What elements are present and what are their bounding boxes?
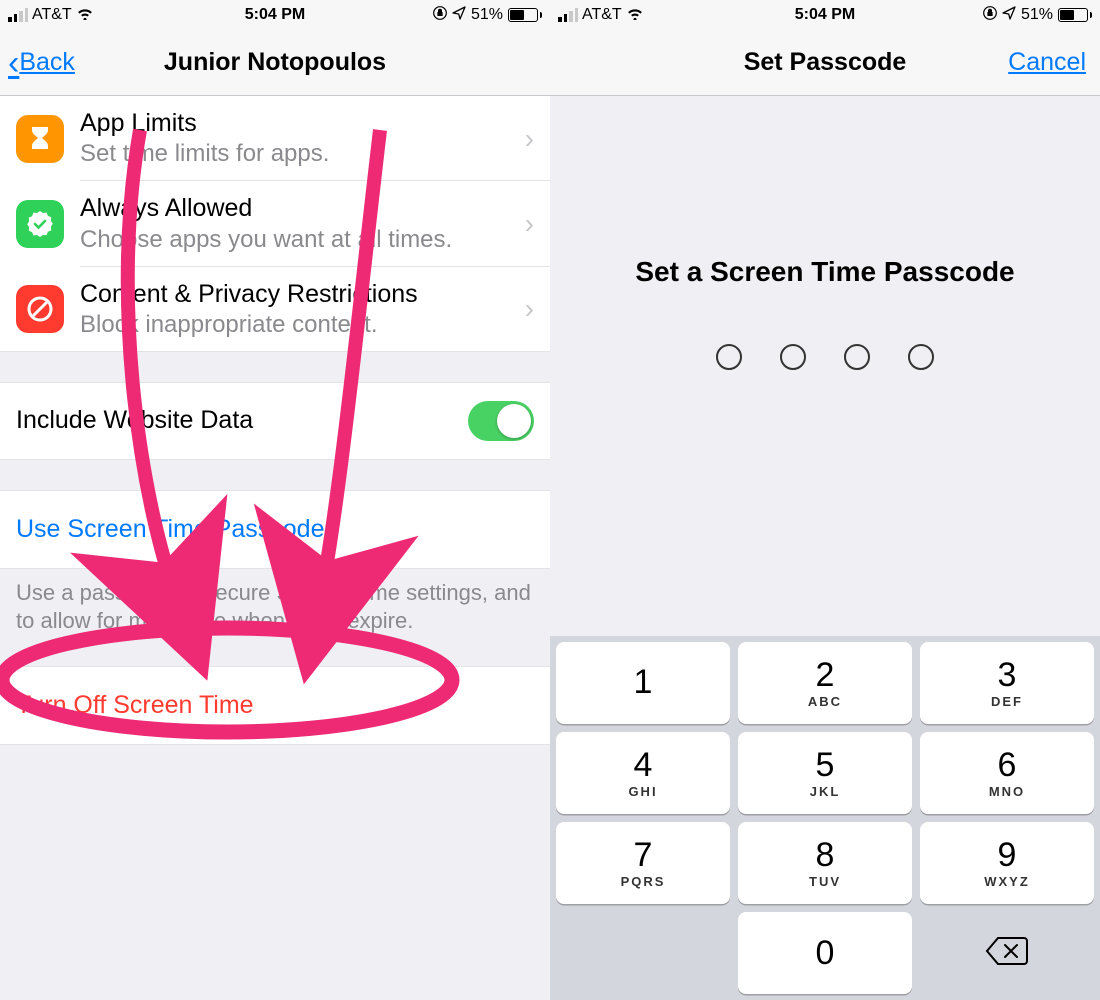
passcode-dots (550, 344, 1100, 370)
chevron-right-icon: › (519, 208, 534, 240)
key-5[interactable]: 5 JKL (738, 732, 912, 814)
passcode-dot (908, 344, 934, 370)
lock-icon (433, 5, 447, 26)
key-blank (556, 912, 730, 994)
key-letters: DEF (991, 694, 1023, 709)
battery-icon (1058, 8, 1092, 22)
key-num: 6 (998, 748, 1017, 782)
battery-pct: 51% (1021, 6, 1053, 24)
key-letters: GHI (628, 784, 657, 799)
row-always-allowed[interactable]: Always Allowed Choose apps you want at a… (0, 181, 550, 266)
key-letters: ABC (808, 694, 842, 709)
status-bar: AT&T 5:04 PM 51% (0, 0, 550, 30)
key-num: 5 (816, 748, 835, 782)
website-data-label: Include Website Data (16, 406, 253, 435)
key-letters: MNO (989, 784, 1025, 799)
row-title: App Limits (80, 108, 519, 139)
key-0[interactable]: 0 (738, 912, 912, 994)
key-num: 3 (998, 658, 1017, 692)
key-3[interactable]: 3 DEF (920, 642, 1094, 724)
turn-off-label: Turn Off Screen Time (16, 691, 254, 719)
cancel-button[interactable]: Cancel (1008, 48, 1086, 77)
row-include-website-data[interactable]: Include Website Data (0, 382, 550, 460)
page-title: Junior Notopoulos (164, 48, 386, 77)
location-icon (452, 6, 466, 25)
key-letters: WXYZ (984, 874, 1030, 889)
checkmark-seal-icon (16, 200, 64, 248)
left-screenshot: AT&T 5:04 PM 51% ‹ Back Junior Notopoulo… (0, 0, 550, 1000)
key-num: 9 (998, 838, 1017, 872)
key-num: 4 (634, 748, 653, 782)
chevron-right-icon: › (519, 123, 534, 155)
location-icon (1002, 6, 1016, 25)
settings-list: App Limits Set time limits for apps. › A… (0, 96, 550, 352)
cancel-label: Cancel (1008, 48, 1086, 76)
key-letters: PQRS (621, 874, 666, 889)
status-time: 5:04 PM (186, 6, 364, 24)
row-app-limits[interactable]: App Limits Set time limits for apps. › (0, 96, 550, 181)
carrier-label: AT&T (32, 6, 72, 24)
no-entry-icon (16, 285, 64, 333)
key-4[interactable]: 4 GHI (556, 732, 730, 814)
battery-pct: 51% (471, 6, 503, 24)
battery-icon (508, 8, 542, 22)
key-num: 1 (634, 665, 653, 699)
right-screenshot: AT&T 5:04 PM 51% Set Passcode Cancel S (550, 0, 1100, 1000)
signal-icon (8, 8, 28, 22)
back-button[interactable]: ‹ Back (8, 46, 75, 80)
lock-icon (983, 5, 997, 26)
turn-off-screen-time-button[interactable]: Turn Off Screen Time (0, 666, 550, 745)
key-num: 7 (634, 838, 653, 872)
key-1[interactable]: 1 (556, 642, 730, 724)
status-bar: AT&T 5:04 PM 51% (550, 0, 1100, 30)
hourglass-icon (16, 115, 64, 163)
backspace-icon (984, 934, 1030, 973)
status-time: 5:04 PM (736, 6, 914, 24)
nav-bar: ‹ Back Junior Notopoulos (0, 30, 550, 96)
passcode-dot (844, 344, 870, 370)
key-num: 8 (816, 838, 835, 872)
back-label: Back (19, 48, 75, 77)
key-num: 2 (816, 658, 835, 692)
key-letters: TUV (809, 874, 841, 889)
numeric-keypad: 1 2 ABC 3 DEF 4 GHI 5 JKL 6 MNO (550, 636, 1100, 1000)
key-8[interactable]: 8 TUV (738, 822, 912, 904)
key-delete[interactable] (920, 912, 1094, 994)
passcode-dot (780, 344, 806, 370)
key-9[interactable]: 9 WXYZ (920, 822, 1094, 904)
nav-bar: Set Passcode Cancel (550, 30, 1100, 96)
key-num: 0 (816, 936, 835, 970)
key-letters: JKL (810, 784, 841, 799)
key-2[interactable]: 2 ABC (738, 642, 912, 724)
passcode-prompt: Set a Screen Time Passcode (635, 256, 1014, 288)
wifi-icon (626, 6, 644, 25)
use-screen-time-passcode-button[interactable]: Use Screen Time Passcode (0, 490, 550, 569)
carrier-label: AT&T (582, 6, 622, 24)
page-title: Set Passcode (744, 48, 907, 77)
key-6[interactable]: 6 MNO (920, 732, 1094, 814)
key-7[interactable]: 7 PQRS (556, 822, 730, 904)
row-subtitle: Set time limits for apps. (80, 139, 519, 169)
chevron-right-icon: › (519, 293, 534, 325)
passcode-footer-text: Use a passcode to secure Screen Time set… (0, 569, 550, 636)
signal-icon (558, 8, 578, 22)
use-passcode-label: Use Screen Time Passcode (16, 515, 324, 543)
row-content-privacy[interactable]: Content & Privacy Restrictions Block ina… (0, 267, 550, 352)
chevron-left-icon: ‹ (8, 46, 19, 80)
website-data-toggle[interactable] (468, 401, 534, 441)
row-title: Always Allowed (80, 193, 519, 224)
wifi-icon (76, 6, 94, 25)
row-title: Content & Privacy Restrictions (80, 279, 519, 310)
row-subtitle: Block inappropriate content. (80, 310, 519, 340)
row-subtitle: Choose apps you want at all times. (80, 225, 519, 255)
passcode-dot (716, 344, 742, 370)
